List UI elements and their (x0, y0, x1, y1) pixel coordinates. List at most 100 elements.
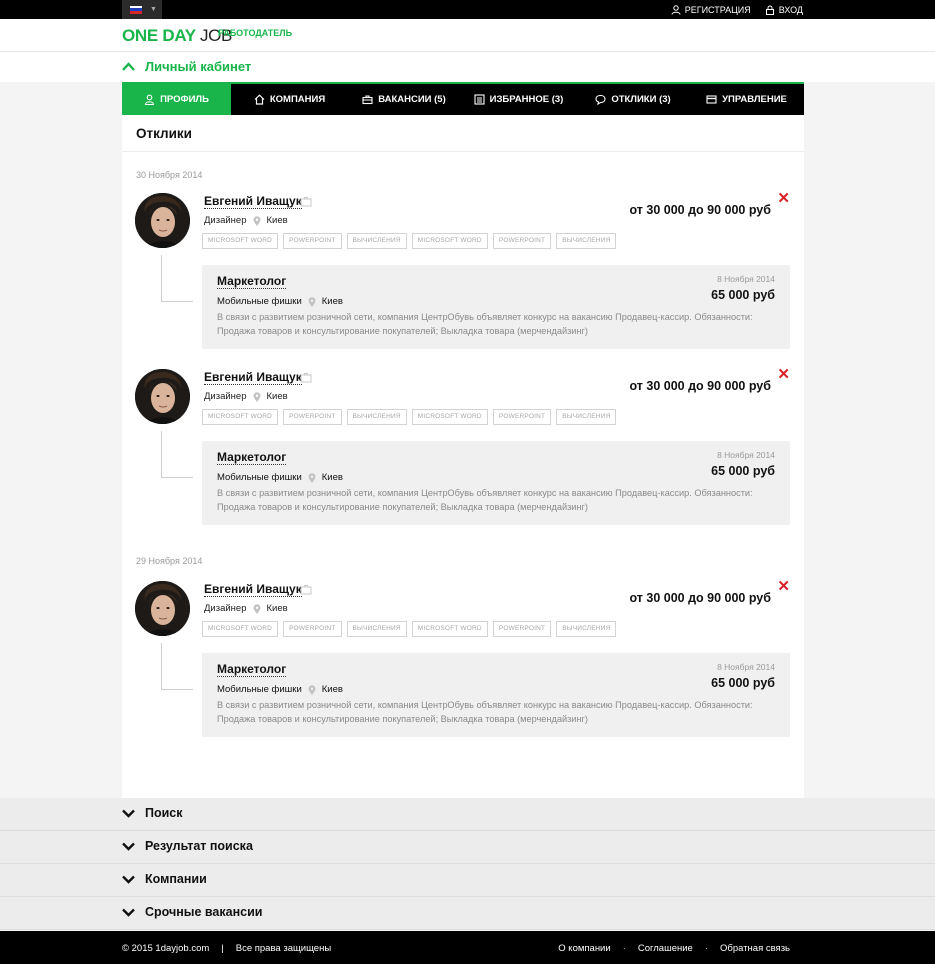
site-logo[interactable]: ONE DAY JOB (122, 26, 232, 46)
tab-label: ОТКЛИКИ (3) (611, 94, 671, 105)
date-group-label: 30 Ноября 2014 (136, 170, 203, 180)
chat-icon (595, 94, 606, 105)
tab-label: ПРОФИЛЬ (160, 94, 209, 105)
chevron-down-icon (122, 842, 135, 851)
skill-tag: ВЫЧИСЛЕНИЯ (346, 409, 407, 425)
thread-connector (161, 255, 193, 302)
vacancy-title-link[interactable]: Маркетолог (217, 274, 287, 289)
footer-dot: · (622, 943, 626, 954)
home-icon (254, 94, 265, 105)
vacancy-meta: Мобильные фишки Киев (217, 684, 343, 695)
tab-vacancies[interactable]: ВАКАНСИИ (5) (348, 84, 460, 115)
skill-tag: MICROSOFT WORD (411, 233, 488, 249)
candidate-meta: Дизайнер Киев (204, 215, 288, 226)
footer-separator: | (221, 943, 224, 954)
candidate-name-link[interactable]: Евгений Иващук (204, 582, 302, 597)
candidate-photo (135, 581, 190, 636)
tab-label: УПРАВЛЕНИЕ (722, 94, 787, 105)
skill-tag: MICROSOFT WORD (202, 233, 279, 249)
tab-profile[interactable]: ПРОФИЛЬ (122, 84, 231, 115)
location-pin-icon (253, 391, 260, 402)
vacancy-price: 65 000 руб (711, 676, 775, 690)
candidate-salary: от 30 000 до 90 000 руб (629, 203, 771, 217)
vacancy-description: В связи с развитием розничной сети, комп… (217, 700, 753, 724)
response-item: Евгений Иващук Дизайнер Киев MICROSOFT W… (122, 191, 804, 353)
russia-flag-icon (130, 5, 142, 14)
skills-list: MICROSOFT WORD POWERPOINT ВЫЧИСЛЕНИЯ MIC… (202, 233, 617, 249)
login-label: ВХОД (778, 4, 803, 15)
language-selector[interactable]: ▼ (122, 0, 162, 19)
accordion-urgent-vacancies[interactable]: Срочные вакансии (0, 897, 935, 930)
logo-part1: ONE DAY (122, 26, 196, 45)
candidate-city: Киев (266, 215, 288, 226)
vacancy-title-link[interactable]: Маркетолог (217, 662, 287, 677)
role-label: РАБОТОДАТЕЛЬ (218, 28, 293, 38)
vacancy-city: Киев (321, 296, 343, 307)
briefcase-icon[interactable] (300, 584, 312, 595)
candidate-meta: Дизайнер Киев (204, 391, 288, 402)
vacancy-city: Киев (321, 472, 343, 483)
vacancy-title-link[interactable]: Маркетолог (217, 450, 287, 465)
briefcase-icon[interactable] (300, 196, 312, 207)
vacancy-company: Мобильные фишки (217, 472, 302, 483)
tab-responses[interactable]: ОТКЛИКИ (3) (577, 84, 689, 115)
vacancy-card: Маркетолог Мобильные фишки Киев В связи … (202, 441, 790, 525)
chevron-down-icon (122, 875, 135, 884)
date-group-label: 29 Ноября 2014 (136, 556, 203, 566)
vacancy-card: Маркетолог Мобильные фишки Киев В связи … (202, 653, 790, 737)
vacancy-meta: Мобильные фишки Киев (217, 472, 343, 483)
skill-tag: MICROSOFT WORD (202, 409, 279, 425)
footer-link-about[interactable]: О компании (558, 943, 610, 954)
avatar[interactable] (135, 193, 190, 248)
location-pin-icon (253, 603, 260, 614)
tab-management[interactable]: УПРАВЛЕНИЕ (689, 84, 804, 115)
accordion-label: Поиск (145, 806, 183, 820)
vacancy-description: В связи с развитием розничной сети, комп… (217, 488, 753, 512)
list-icon (474, 94, 485, 105)
avatar[interactable] (135, 581, 190, 636)
location-pin-icon (308, 296, 316, 307)
footer-link-agreement[interactable]: Соглашение (638, 943, 693, 954)
tab-label: ВАКАНСИИ (5) (378, 94, 446, 105)
user-icon (671, 4, 681, 15)
skill-tag: MICROSOFT WORD (411, 409, 488, 425)
register-link[interactable]: РЕГИСТРАЦИЯ (671, 5, 751, 15)
skill-tag: POWERPOINT (283, 233, 342, 249)
accordion-companies[interactable]: Компании (0, 864, 935, 897)
responses-panel: Отклики 30 Ноября 2014 29 Ноября 2014 Ев… (122, 115, 804, 798)
skill-tag: ВЫЧИСЛЕНИЯ (556, 409, 617, 425)
chevron-up-icon (122, 62, 135, 71)
remove-icon[interactable]: ✕ (777, 367, 790, 382)
site-footer: © 2015 1dayjob.com | Все права защищены … (0, 931, 935, 964)
remove-icon[interactable]: ✕ (777, 191, 790, 206)
candidate-name-link[interactable]: Евгений Иващук (204, 194, 302, 209)
candidate-position: Дизайнер (204, 215, 247, 226)
copyright: © 2015 1dayjob.com (122, 943, 210, 954)
top-bar: ▼ РЕГИСТРАЦИЯ ВХОД (0, 0, 935, 19)
tab-label: ИЗБРАННОЕ (3) (489, 94, 564, 105)
remove-icon[interactable]: ✕ (777, 579, 790, 594)
login-link[interactable]: ВХОД (765, 5, 803, 15)
candidate-position: Дизайнер (204, 603, 247, 614)
footer-link-feedback[interactable]: Обратная связь (720, 943, 790, 954)
thread-connector (161, 431, 193, 478)
divider (122, 151, 804, 152)
accordion-label: Компании (145, 872, 207, 886)
candidate-name-link[interactable]: Евгений Иващук (204, 370, 302, 385)
vacancy-city: Киев (321, 684, 343, 695)
tab-favorites[interactable]: ИЗБРАННОЕ (3) (460, 84, 577, 115)
cabinet-header[interactable]: Личный кабинет (0, 52, 935, 82)
accordion-search[interactable]: Поиск (0, 798, 935, 831)
skill-tag: ВЫЧИСЛЕНИЯ (346, 233, 407, 249)
vacancy-company: Мобильные фишки (217, 684, 302, 695)
candidate-photo (135, 193, 190, 248)
accordion-label: Срочные вакансии (145, 905, 263, 919)
register-label: РЕГИСТРАЦИЯ (684, 4, 751, 15)
briefcase-icon[interactable] (300, 372, 312, 383)
avatar[interactable] (135, 369, 190, 424)
accordion-search-results[interactable]: Результат поиска (0, 831, 935, 864)
vacancy-date: 8 Ноября 2014 (717, 274, 775, 284)
caret-down-icon: ▼ (150, 6, 157, 13)
location-pin-icon (308, 684, 316, 695)
tab-company[interactable]: КОМПАНИЯ (231, 84, 348, 115)
